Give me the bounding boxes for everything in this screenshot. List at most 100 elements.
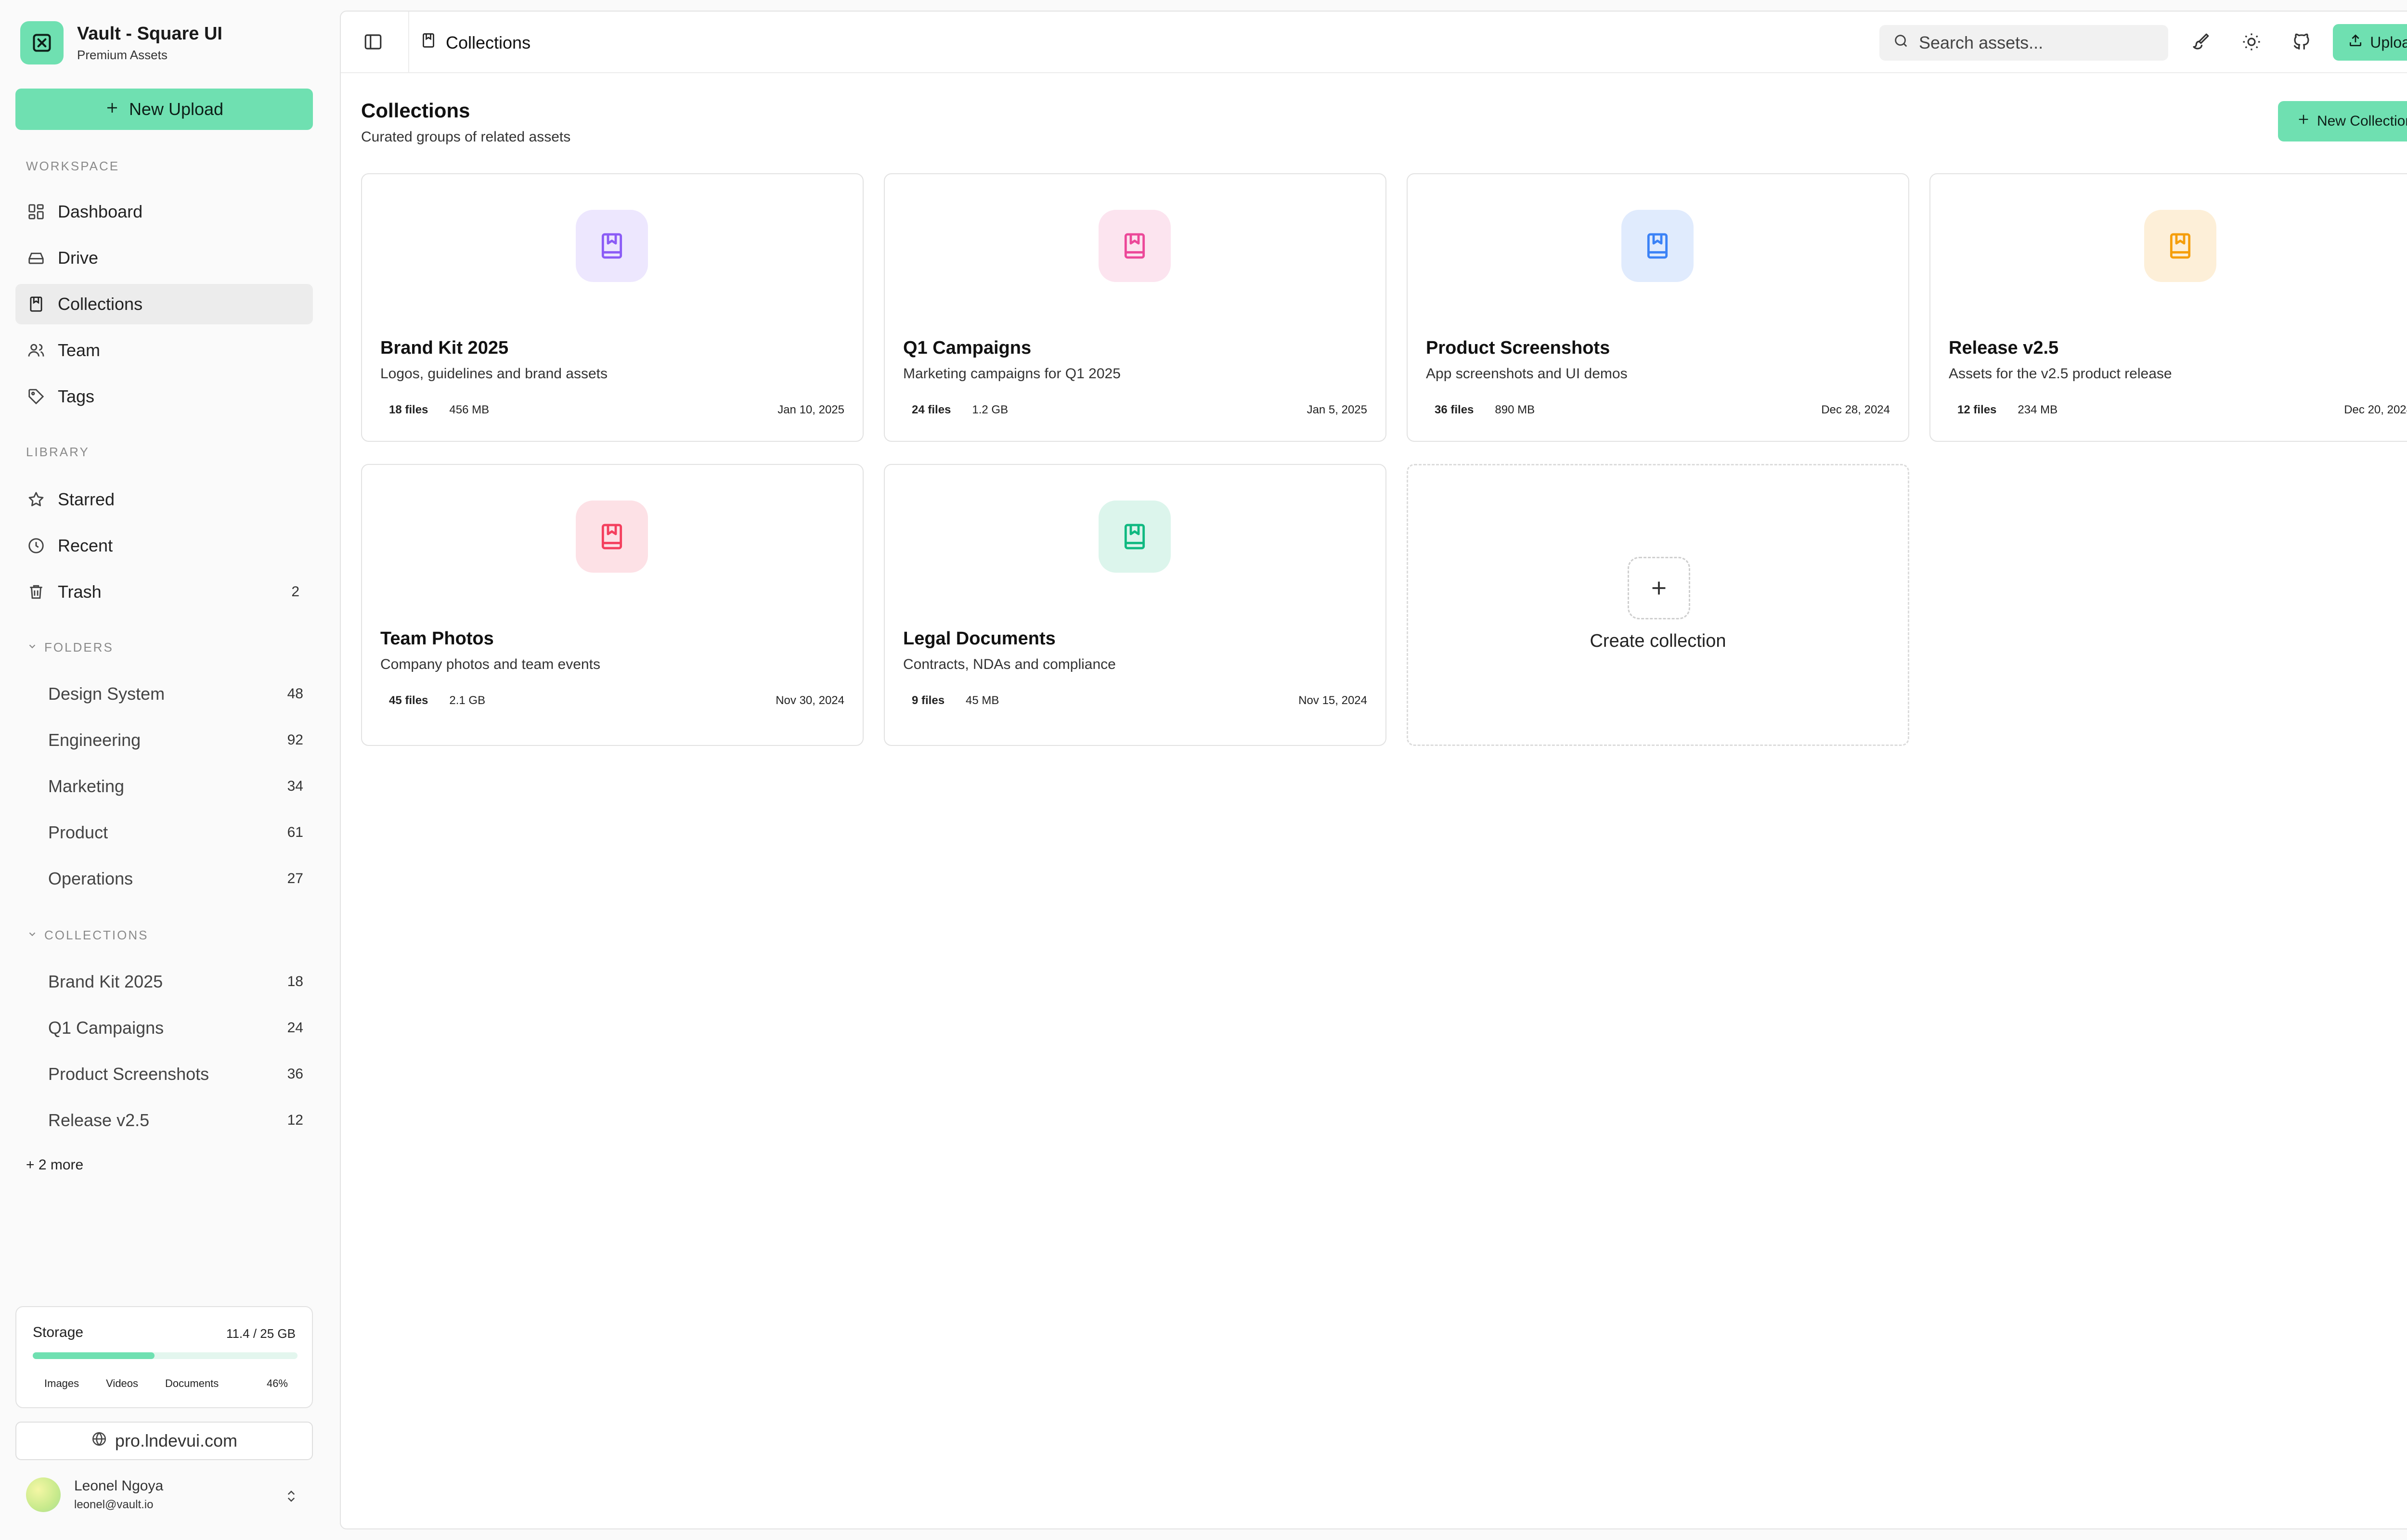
collection-size: 2.1 GB [449,694,486,707]
sidebar-item-collections[interactable]: Collections [15,284,313,324]
sidebar: Vault - Square UI Premium Assets New Upl… [0,0,340,1540]
collection-label: Release v2.5 [48,1110,150,1130]
app-subtitle: Premium Assets [77,48,168,63]
folders-section-toggle[interactable]: FOLDERS [27,640,114,655]
sidebar-folder-product[interactable]: Product 61 [48,813,308,852]
collections-section-toggle[interactable]: COLLECTIONS [27,928,149,943]
sidebar-folder-operations[interactable]: Operations 27 [48,860,308,898]
website-link-button[interactable]: pro.lndevui.com [15,1422,313,1460]
folder-count: 92 [287,732,303,748]
legend-documents: Documents [165,1377,219,1389]
sun-icon[interactable] [2241,32,2262,54]
collection-title: Product Screenshots [1426,338,1610,358]
collection-icon [2144,210,2216,282]
file-count: 45 files [389,694,428,707]
collection-date: Nov 30, 2024 [776,694,844,707]
collections-section-label: COLLECTIONS [44,928,149,942]
chevrons-up-down-icon[interactable] [284,1489,298,1506]
file-count: 24 files [912,403,951,416]
sidebar-collection-brand-kit[interactable]: Brand Kit 2025 18 [48,962,308,1001]
collection-date: Dec 28, 2024 [1821,403,1890,416]
legend-videos: Videos [106,1377,139,1389]
collection-title: Brand Kit 2025 [380,338,509,358]
topbar: Collections Search assets... Upload [341,12,2407,73]
dashboard-icon [26,202,46,222]
collection-size: 456 MB [449,403,490,416]
vault-logo-icon [20,21,64,64]
collection-card[interactable]: Team Photos Company photos and team even… [361,464,864,746]
sidebar-item-recent[interactable]: Recent [15,526,313,566]
file-count: 12 files [1957,403,1997,416]
collection-card[interactable]: Brand Kit 2025 Logos, guidelines and bra… [361,173,864,442]
sidebar-item-drive[interactable]: Drive [15,238,313,278]
github-icon[interactable] [2291,32,2312,54]
app-title: Vault - Square UI [77,23,222,44]
collection-count: 24 [287,1020,303,1036]
paintbrush-icon[interactable] [2190,32,2211,54]
collection-meta: 24 files 1.2 GB [912,403,1008,417]
storage-label: Storage [33,1324,84,1340]
collection-card[interactable]: Release v2.5 Assets for the v2.5 product… [1929,173,2407,442]
file-count: 18 files [389,403,428,416]
sidebar-folder-engineering[interactable]: Engineering 92 [48,721,308,759]
sidebar-item-label: Tags [58,386,95,406]
app-brand[interactable]: Vault - Square UI Premium Assets [20,21,222,64]
folder-label: Design System [48,684,165,704]
sidebar-item-label: Trash [58,582,102,602]
sidebar-collection-q1-campaigns[interactable]: Q1 Campaigns 24 [48,1009,308,1047]
collection-date: Jan 10, 2025 [777,403,844,416]
sidebar-folder-design-system[interactable]: Design System 48 [48,675,308,713]
sidebar-collection-release[interactable]: Release v2.5 12 [48,1101,308,1140]
upload-button[interactable]: Upload [2333,24,2407,61]
avatar [26,1477,61,1512]
chevron-down-icon [27,640,38,655]
collection-label: Brand Kit 2025 [48,972,163,991]
more-collections-link[interactable]: + 2 more [26,1157,83,1173]
collection-card[interactable]: Q1 Campaigns Marketing campaigns for Q1 … [884,173,1386,442]
main-panel: Collections Search assets... Upload Coll… [340,11,2407,1529]
breadcrumb: Collections [420,32,531,53]
folder-count: 34 [287,778,303,794]
user-email: leonel@vault.io [74,1498,154,1511]
sidebar-item-label: Dashboard [58,202,143,221]
folder-label: Product [48,822,108,842]
collection-description: App screenshots and UI demos [1426,366,1628,382]
sidebar-item-starred[interactable]: Starred [15,479,313,520]
sidebar-item-label: Drive [58,248,99,268]
folder-label: Operations [48,869,133,888]
tag-icon [26,386,46,407]
sidebar-item-trash[interactable]: Trash 2 [15,572,313,612]
sidebar-folder-marketing[interactable]: Marketing 34 [48,767,308,806]
legend-images: Images [44,1377,79,1389]
search-icon [1893,33,1909,53]
storage-percent: 46% [266,1377,288,1389]
plus-icon [2297,113,2310,130]
file-count: 9 files [912,694,945,707]
sidebar-toggle-icon[interactable] [363,32,383,54]
sidebar-item-label: Team [58,340,101,360]
collection-description: Company photos and team events [380,656,600,672]
topbar-divider [408,12,409,73]
search-input[interactable]: Search assets... [1879,25,2168,61]
collection-count: 36 [287,1066,303,1082]
new-upload-button[interactable]: New Upload [15,89,313,130]
create-collection-card[interactable]: Create collection [1407,464,1909,746]
user-name: Leonel Ngoya [74,1478,164,1494]
collection-card[interactable]: Legal Documents Contracts, NDAs and comp… [884,464,1386,746]
storage-value: 11.4 / 25 GB [226,1326,296,1341]
sidebar-item-dashboard[interactable]: Dashboard [15,192,313,232]
sidebar-item-tags[interactable]: Tags [15,376,313,417]
sidebar-collection-product-screenshots[interactable]: Product Screenshots 36 [48,1055,308,1093]
website-label: pro.lndevui.com [115,1431,238,1450]
storage-widget: Storage 11.4 / 25 GB Images Videos Docum… [15,1306,313,1408]
folders-section-label: FOLDERS [44,640,114,654]
new-collection-button[interactable]: New Collection [2278,101,2407,141]
collection-card[interactable]: Product Screenshots App screenshots and … [1407,173,1909,442]
collection-icon [1099,210,1171,282]
collection-size: 45 MB [966,694,999,707]
sidebar-item-label: Collections [58,294,143,314]
user-menu[interactable]: Leonel Ngoya leonel@vault.io [26,1477,163,1512]
breadcrumb-label: Collections [446,32,531,52]
trash-icon [26,582,46,602]
sidebar-item-team[interactable]: Team [15,330,313,371]
